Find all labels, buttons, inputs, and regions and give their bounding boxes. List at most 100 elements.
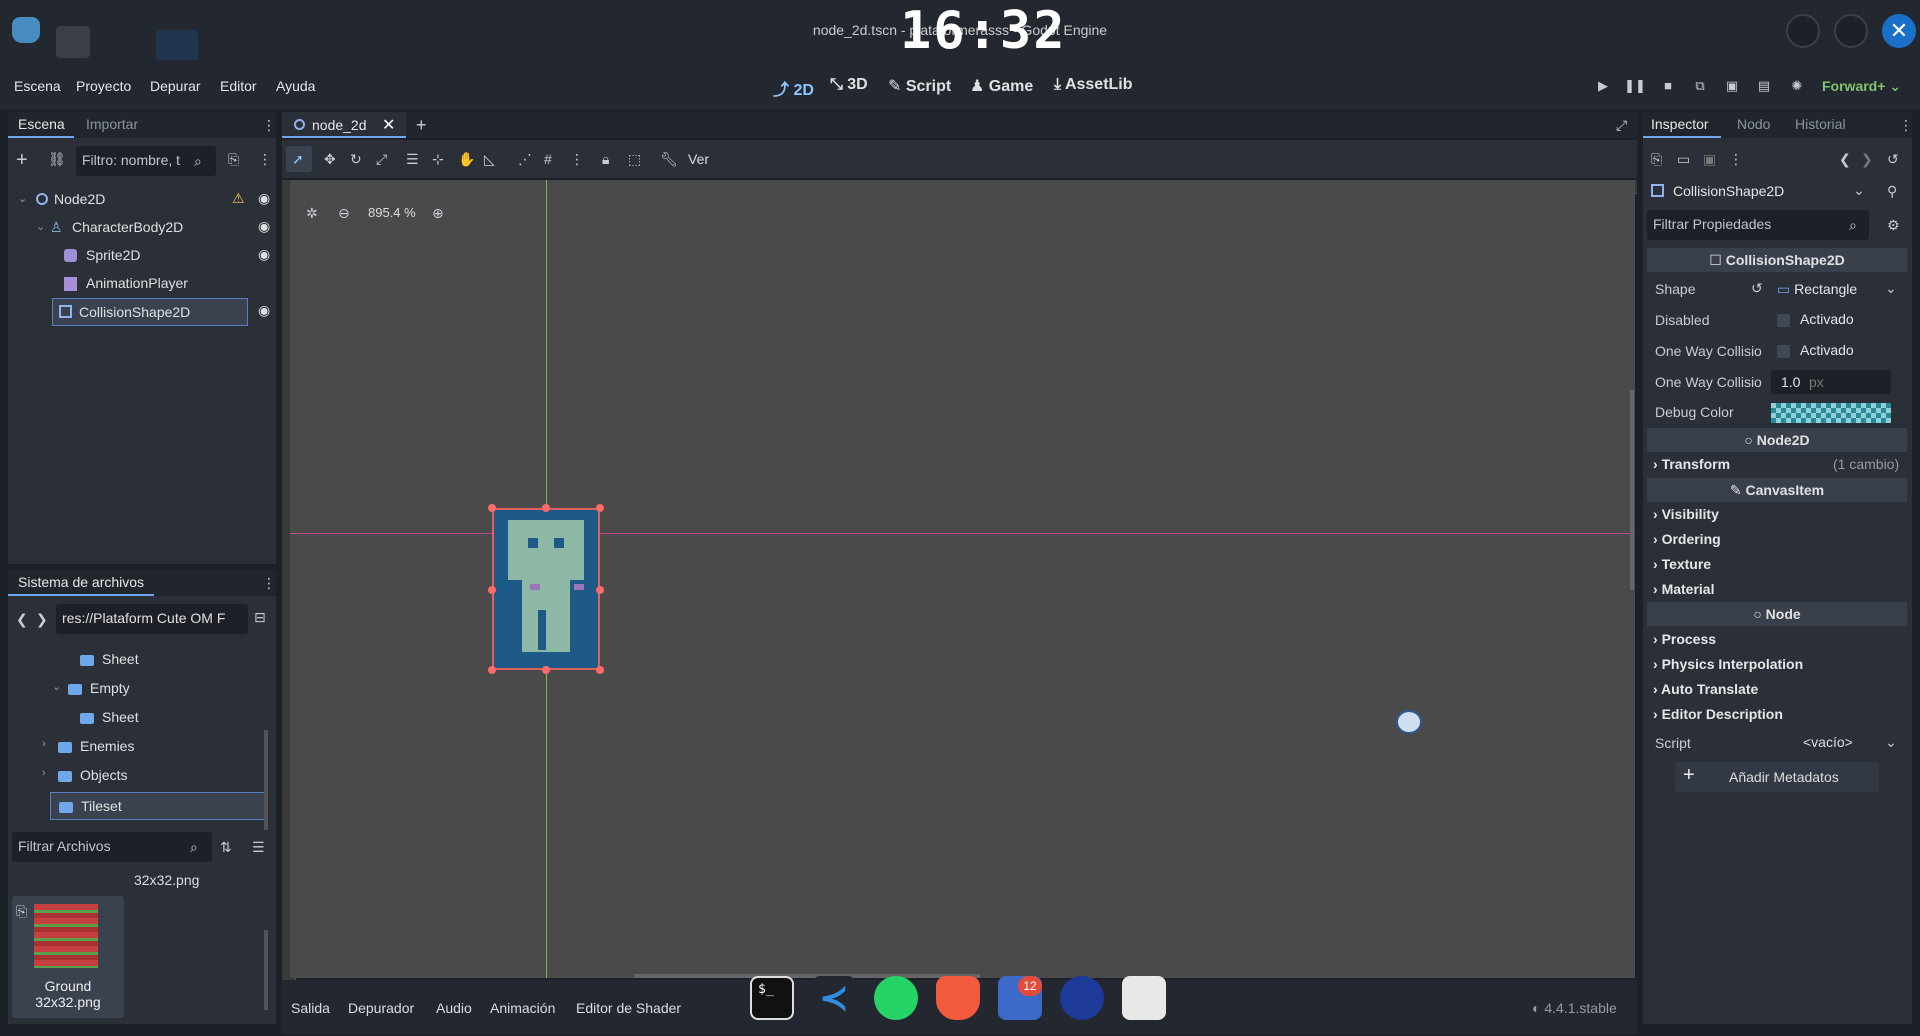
character-sprite[interactable]: [492, 508, 600, 670]
scrollbar-horizontal[interactable]: [634, 974, 980, 978]
more-icon[interactable]: ⋮: [570, 152, 584, 166]
group-editor-description[interactable]: › Editor Description: [1653, 706, 1783, 722]
close-button[interactable]: ✕: [1882, 14, 1916, 48]
prop-debug-color[interactable]: Debug Color: [1647, 398, 1907, 428]
movie-maker-icon[interactable]: ✺: [1784, 78, 1810, 98]
remote-debug-icon[interactable]: ⧉: [1687, 78, 1713, 98]
open-icon[interactable]: ▭: [1677, 152, 1690, 166]
workspace-3d[interactable]: ⤡ 3D: [830, 76, 868, 94]
file-tile[interactable]: ⎘ Ground 32x32.png: [12, 896, 124, 1018]
zoom-in-icon[interactable]: ⊕: [432, 206, 444, 220]
maximize-button[interactable]: [1834, 14, 1868, 48]
link-icon[interactable]: ⛓: [48, 152, 66, 166]
tree-item-node2d[interactable]: ⌄ Node2D ⚠ ◉: [14, 186, 272, 214]
vscode-icon[interactable]: ≺: [812, 976, 856, 1020]
back-icon[interactable]: ❮: [16, 612, 28, 626]
scene-tab[interactable]: node_2d ✕: [282, 112, 406, 138]
tree-item-characterbody2d[interactable]: ⌄ ♙ CharacterBody2D ◉: [14, 214, 272, 242]
group-texture[interactable]: › Texture: [1653, 556, 1711, 572]
ruler-tool-icon[interactable]: ◺: [484, 152, 495, 166]
group-physics-interpolation[interactable]: › Physics Interpolation: [1653, 656, 1803, 672]
forward-icon[interactable]: ❯: [36, 612, 48, 626]
chevron-down-icon[interactable]: ⌄: [1853, 182, 1865, 199]
chevron-right-icon[interactable]: ›: [42, 738, 46, 750]
stop-icon[interactable]: ■: [1655, 78, 1681, 98]
bone-icon[interactable]: 🔧︎: [660, 152, 678, 166]
margin-spinbox[interactable]: 1.0 px: [1771, 370, 1891, 394]
new-tab-icon[interactable]: +: [416, 116, 427, 134]
sort-icon[interactable]: ⇅: [220, 840, 232, 854]
center-view-icon[interactable]: ✲: [306, 206, 318, 220]
history-icon[interactable]: ↺: [1887, 152, 1899, 166]
visibility-eye-icon[interactable]: ◉: [258, 190, 270, 207]
tab-escena[interactable]: Escena: [18, 116, 65, 132]
chevron-down-icon[interactable]: ⌄: [36, 220, 45, 233]
prop-one-way-collision[interactable]: One Way Collisio Activado: [1647, 337, 1907, 367]
color-picker-button[interactable]: [1771, 403, 1891, 423]
prop-script[interactable]: Script <vacío> ⌄: [1647, 729, 1907, 759]
renderer-select[interactable]: Forward+ ⌄: [1822, 78, 1901, 95]
scrollbar[interactable]: [264, 930, 268, 1010]
more-icon[interactable]: ⋮: [262, 576, 276, 590]
path-input[interactable]: res://Plataform Cute OM F: [56, 604, 248, 634]
warning-icon[interactable]: ⚠: [232, 190, 245, 207]
close-tab-icon[interactable]: ✕: [382, 115, 395, 135]
menu-proyecto[interactable]: Proyecto: [76, 78, 131, 94]
tree-item-collisionshape2d[interactable]: CollisionShape2D: [52, 298, 248, 326]
visibility-eye-icon[interactable]: ◉: [258, 246, 270, 263]
more-icon[interactable]: ⋮: [1729, 152, 1743, 166]
play-icon[interactable]: ▶: [1590, 78, 1616, 98]
group-transform[interactable]: › Transform (1 cambio): [1653, 456, 1907, 472]
terminal-icon[interactable]: $_: [750, 976, 794, 1020]
scrollbar[interactable]: [264, 730, 268, 830]
group-icon[interactable]: ⬚: [628, 152, 641, 166]
canvas-viewport[interactable]: ✲ ⊖ 895.4 % ⊕: [290, 180, 1635, 978]
whatsapp-icon[interactable]: [874, 976, 918, 1020]
chevron-right-icon[interactable]: ›: [42, 767, 46, 779]
visibility-eye-icon[interactable]: ◉: [258, 302, 270, 319]
tab-historial[interactable]: Historial: [1795, 116, 1846, 132]
menu-depurar[interactable]: Depurar: [150, 78, 201, 94]
fs-item[interactable]: ⌄ Empty: [8, 675, 266, 703]
group-process[interactable]: › Process: [1653, 631, 1716, 647]
tree-item-sprite2d[interactable]: Sprite2D ◉: [14, 242, 272, 270]
attach-script-icon[interactable]: ⎘: [228, 152, 239, 166]
smart-snap-icon[interactable]: ⋰: [518, 152, 532, 166]
checkbox[interactable]: [1777, 344, 1790, 358]
checkbox[interactable]: [1777, 313, 1790, 327]
fs-item[interactable]: › Enemies: [8, 733, 266, 761]
group-material[interactable]: › Material: [1653, 581, 1714, 597]
pause-icon[interactable]: ❚❚: [1622, 78, 1648, 98]
group-ordering[interactable]: › Ordering: [1653, 531, 1721, 547]
chevron-down-icon[interactable]: ⌄: [52, 680, 61, 693]
steam-like-icon[interactable]: [1060, 976, 1104, 1020]
more-icon[interactable]: ⋮: [258, 152, 272, 166]
rotate-tool-icon[interactable]: ↻: [350, 152, 362, 166]
prop-disabled[interactable]: Disabled Activado: [1647, 306, 1907, 336]
chevron-down-icon[interactable]: ⌄: [1885, 280, 1897, 297]
menu-ayuda[interactable]: Ayuda: [276, 78, 315, 94]
tab-importar[interactable]: Importar: [86, 116, 138, 132]
zoom-out-icon[interactable]: ⊖: [338, 206, 350, 220]
new-resource-icon[interactable]: ⎘: [1651, 152, 1662, 166]
object-selector[interactable]: CollisionShape2D ⌄: [1647, 178, 1869, 204]
zoom-level[interactable]: 895.4 %: [368, 205, 416, 220]
workspace-script[interactable]: ✎ Script: [888, 76, 951, 96]
view-menu[interactable]: Ver: [688, 151, 709, 167]
fullscreen-icon[interactable]: ⤢: [1616, 118, 1627, 132]
grid-snap-icon[interactable]: #: [544, 152, 552, 166]
split-mode-icon[interactable]: ⊟: [254, 610, 266, 624]
fs-item[interactable]: Sheet: [8, 646, 266, 674]
bottom-tab-audio[interactable]: Audio: [436, 1000, 472, 1016]
settings-icon[interactable]: ⚙: [1887, 218, 1900, 232]
menu-editor[interactable]: Editor: [220, 78, 257, 94]
filter-properties-input[interactable]: Filtrar Propiedades: [1647, 210, 1869, 240]
visibility-eye-icon[interactable]: ◉: [258, 218, 270, 235]
more-icon[interactable]: ⋮: [262, 118, 276, 132]
select-tool-icon[interactable]: ➚: [292, 152, 304, 166]
pivot-tool-icon[interactable]: ⊹: [432, 152, 444, 166]
list-view-icon[interactable]: ☰: [252, 840, 265, 854]
workspace-assetlib[interactable]: ⤓ AssetLib: [1054, 76, 1133, 94]
fs-item[interactable]: Sheet: [8, 704, 266, 732]
prop-one-way-margin[interactable]: One Way Collisio 1.0 px: [1647, 368, 1907, 398]
